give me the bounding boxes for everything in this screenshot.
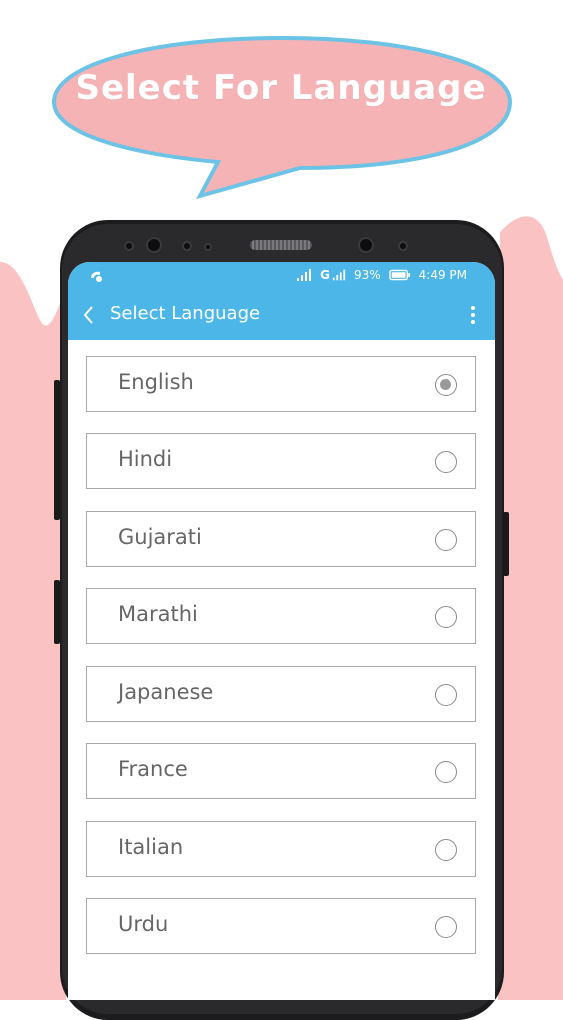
language-label: Urdu xyxy=(118,912,169,936)
network-type: G xyxy=(320,268,330,282)
sensor-dot xyxy=(398,241,408,251)
language-item-marathi[interactable]: Marathi xyxy=(86,588,476,644)
language-label: Italian xyxy=(118,835,184,859)
chevron-left-icon[interactable] xyxy=(80,304,98,326)
language-label: Japanese xyxy=(118,680,214,704)
power-button xyxy=(503,512,509,576)
clock: 4:49 PM xyxy=(418,268,467,282)
sensor-dot xyxy=(204,243,212,251)
sensor-dot xyxy=(182,241,192,251)
radio-button[interactable] xyxy=(435,684,457,706)
radio-button[interactable] xyxy=(435,839,457,861)
app-bar: Select Language xyxy=(68,290,495,340)
language-item-hindi[interactable]: Hindi xyxy=(86,433,476,489)
iris-camera-icon xyxy=(358,237,374,253)
language-label: English xyxy=(118,370,194,394)
radio-button[interactable] xyxy=(435,761,457,783)
status-right: G 93% 4:49 PM xyxy=(296,268,467,282)
battery-icon xyxy=(388,269,410,281)
language-label: France xyxy=(118,757,188,781)
language-item-japanese[interactable]: Japanese xyxy=(86,666,476,722)
language-item-italian[interactable]: Italian xyxy=(86,821,476,877)
radio-button-selected[interactable] xyxy=(435,374,457,396)
status-bar: G 93% 4:49 PM xyxy=(68,262,495,290)
front-camera-icon xyxy=(146,237,162,253)
signal-icon xyxy=(297,269,312,281)
sensor-dot xyxy=(124,241,134,251)
more-vertical-icon[interactable] xyxy=(469,304,477,326)
speech-bubble xyxy=(51,35,513,200)
radio-button[interactable] xyxy=(435,451,457,473)
phone-screen: G 93% 4:49 PM Select Language English Hi… xyxy=(68,262,495,1000)
language-label: Hindi xyxy=(118,447,173,471)
language-label: Marathi xyxy=(118,602,198,626)
earpiece-speaker xyxy=(250,240,312,250)
radio-button[interactable] xyxy=(435,529,457,551)
bixby-button xyxy=(54,580,60,644)
language-item-urdu[interactable]: Urdu xyxy=(86,898,476,954)
language-label: Gujarati xyxy=(118,525,202,549)
language-item-english[interactable]: English xyxy=(86,356,476,412)
language-item-france[interactable]: France xyxy=(86,743,476,799)
radio-button[interactable] xyxy=(435,916,457,938)
notification-icon xyxy=(91,271,102,282)
language-item-gujarati[interactable]: Gujarati xyxy=(86,511,476,567)
battery-percent: 93% xyxy=(353,268,381,282)
page-title: Select Language xyxy=(110,303,261,324)
banner-title: Select For Language xyxy=(75,68,487,108)
radio-button[interactable] xyxy=(435,606,457,628)
volume-button xyxy=(54,380,60,520)
signal-icon xyxy=(332,269,346,281)
